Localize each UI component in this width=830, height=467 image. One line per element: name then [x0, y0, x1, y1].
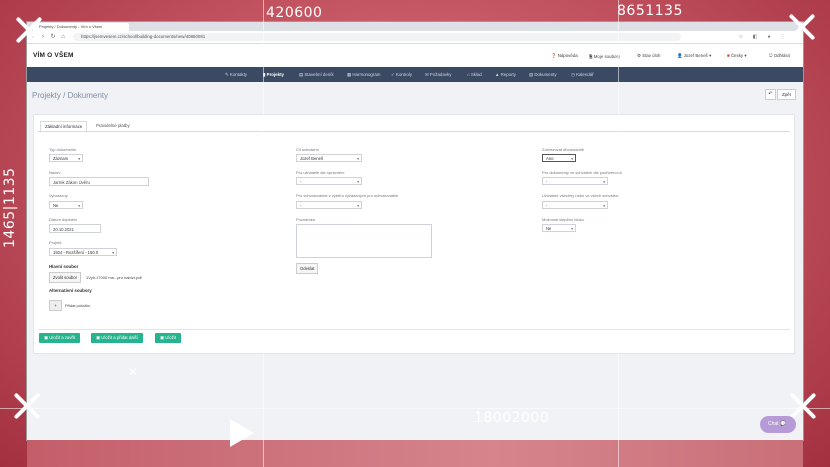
- all-users-select[interactable]: - ▾: [542, 201, 608, 209]
- nav-reporty[interactable]: ▲ Reporty: [495, 67, 516, 82]
- back-button[interactable]: Zpět: [777, 89, 796, 100]
- save-and-close-button[interactable]: ▣ Uložit a zavřít: [39, 333, 81, 343]
- nav-kontroly[interactable]: ✓ Kontroly: [391, 67, 412, 82]
- display-long-term-select[interactable]: Ano ▾: [542, 154, 576, 162]
- for-users-label: Pro uživatele dle oprávnění: [296, 170, 345, 175]
- nav-kalendar[interactable]: ◷ Kalendář: [571, 67, 594, 82]
- chevron-down-icon: ▾: [571, 227, 573, 231]
- nav-kontakty[interactable]: ✎ Kontakty: [225, 67, 247, 82]
- guide-line-right: [618, 0, 619, 467]
- reserved-select[interactable]: Ne ▾: [49, 201, 83, 209]
- guide-line-left: [263, 0, 264, 467]
- reserved-label: Vyhrazený: [49, 193, 68, 198]
- nav-sklad[interactable]: ⌂ Sklad: [467, 67, 482, 82]
- form-actions: ▣ Uložit a zavřít ▣ Uložit a přidat dalš…: [39, 333, 239, 343]
- page-content: Projekty / Dokumenty ↶ Zpět Základní inf…: [27, 82, 803, 440]
- tab-divider: [38, 131, 790, 132]
- chevron-down-icon: ▾: [357, 204, 359, 208]
- browser-tab-bar: Projekty / Dokumenty - Vím o Všem: [27, 22, 803, 31]
- browser-tab[interactable]: Projekty / Dokumenty - Vím o Všem: [33, 23, 129, 31]
- alternative-files-label: Alternativní soubory: [49, 288, 92, 293]
- project-select[interactable]: 1924 - Rozšíření - 150.0 ▾: [49, 248, 117, 256]
- close-icon[interactable]: [785, 10, 819, 44]
- user-menu[interactable]: 👤 Jozef Beneš ▾: [677, 53, 711, 59]
- chevron-down-icon: ▾: [78, 157, 80, 161]
- close-icon[interactable]: [10, 389, 44, 423]
- extensions-icon[interactable]: ◧: [751, 33, 759, 41]
- choose-file-button[interactable]: Zvolit soubor: [49, 272, 81, 283]
- profile-icon[interactable]: ●: [765, 33, 773, 41]
- selected-file-name: 1Vyh.17000 ma...pro nabízí.pdf: [86, 275, 142, 280]
- page-title: Projekty / Dokumenty: [32, 91, 109, 100]
- reload-icon[interactable]: ↻: [49, 33, 57, 41]
- date-label: Datum doplnění: [49, 217, 78, 222]
- name-input[interactable]: Jarrek Zákon Úvěru: [49, 177, 149, 186]
- chevron-down-icon: ▾: [357, 157, 359, 161]
- document-form-card: Základní informace Pravidelné platby Typ…: [33, 114, 795, 354]
- chevron-down-icon: ▾: [112, 251, 114, 255]
- add-item-link[interactable]: Přidat položku: [65, 303, 90, 308]
- send-button[interactable]: Odeslat: [296, 263, 319, 274]
- save-and-add-button[interactable]: ▣ Uložit a přidat další: [91, 333, 143, 343]
- browser-url-bar: ‹ › ↻ ⌂ https://jsemvesem.cz/school/buil…: [27, 31, 803, 44]
- small-close-icon[interactable]: ✕: [128, 366, 138, 378]
- chat-button[interactable]: Chat 💬: [760, 416, 796, 433]
- main-file-label: Hlavní soubor: [49, 264, 79, 269]
- nav-stavebni-denik[interactable]: ▤ Stavební deník: [299, 67, 334, 82]
- chevron-down-icon: ▾: [78, 204, 80, 208]
- main-navigation: ✎ Kontakty ▮ Projekty ▤ Stavební deník ▦…: [27, 67, 803, 82]
- home-icon[interactable]: ⌂: [59, 33, 67, 41]
- play-icon[interactable]: [230, 419, 254, 447]
- help-link[interactable]: ❓ Nápověda: [551, 53, 578, 59]
- back-icon-button[interactable]: ↶: [765, 89, 776, 100]
- nav-projekty[interactable]: ▮ Projekty: [263, 67, 284, 82]
- blind-block-select[interactable]: Ne ▾: [542, 224, 576, 232]
- nav-pozadavky[interactable]: ✉ Požadavky: [425, 67, 451, 82]
- name-label: Název: [49, 170, 61, 175]
- footer-divider: [38, 329, 790, 330]
- subordination-label: Pro dokumenty ve schválení dle podřízeno…: [542, 170, 622, 175]
- star-icon[interactable]: ☆: [737, 33, 745, 41]
- nav-dokumenty[interactable]: ▤ Dokumenty: [529, 67, 557, 82]
- app-logo[interactable]: VÍM O VŠEM: [33, 52, 74, 59]
- for-users-select[interactable]: - ▾: [296, 177, 362, 185]
- guide-line-bottom: [0, 408, 830, 409]
- blind-block-label: Možnosti slepého bloku: [542, 217, 584, 222]
- project-label: Projekt: [49, 240, 62, 245]
- chevron-down-icon: ▾: [603, 180, 605, 184]
- note-label: Poznámka: [296, 217, 315, 222]
- browser-window: Projekty / Dokumenty - Vím o Všem ‹ › ↻ …: [27, 22, 803, 440]
- note-textarea[interactable]: [296, 224, 432, 258]
- approval-target-select[interactable]: Jozef Beneš ▾: [296, 154, 362, 162]
- task-status-link[interactable]: ⚙ Stav úloh: [637, 53, 660, 59]
- for-approvers-label: Pro schvalovatele z výběru vyžádaných pr…: [296, 193, 399, 198]
- for-approvers-select[interactable]: - ▾: [296, 201, 362, 209]
- app-header: VÍM O VŠEM ❓ Nápověda 🗎 Moje soubory ⚙ S…: [27, 44, 803, 68]
- address-field[interactable]: https://jsemvesem.cz/school/building-doc…: [73, 33, 681, 41]
- save-button[interactable]: ▣ Uložit: [155, 333, 182, 343]
- ruler-label-top-left: 420600: [266, 5, 323, 21]
- document-type-select[interactable]: Záznam ▾: [49, 154, 83, 162]
- video-control-band: [27, 440, 803, 467]
- display-long-term-label: Zobrazovat dlouhodobě: [542, 147, 585, 152]
- ruler-label-bottom: 18002000: [474, 410, 550, 426]
- approval-target-label: Cíl schválení: [296, 147, 319, 152]
- chevron-down-icon: ▾: [571, 157, 573, 161]
- subordination-select[interactable]: - ▾: [542, 177, 608, 185]
- logout-link[interactable]: ⎋ Odhlásit: [769, 53, 790, 58]
- add-icon[interactable]: +: [49, 300, 62, 311]
- nav-harmonogram[interactable]: ▦ Harmonogram: [347, 67, 380, 82]
- language-select[interactable]: ■ Česky ▾: [727, 53, 747, 59]
- document-type-label: Typ dokumentu: [49, 147, 77, 152]
- date-input[interactable]: 20.10.2021: [49, 224, 101, 233]
- chevron-down-icon: ▾: [357, 180, 359, 184]
- tab-recurring-payments[interactable]: Pravidelné platby: [92, 121, 134, 131]
- ruler-label-top-right: 8651135: [617, 3, 683, 19]
- chevron-down-icon: ▾: [603, 204, 605, 208]
- all-users-label: Uživatelé všechny nebo ve všech schválen…: [542, 193, 620, 198]
- close-icon[interactable]: [12, 13, 46, 47]
- my-files-link[interactable]: 🗎 Moje soubory: [589, 53, 620, 61]
- ruler-label-left: 1465|1135: [2, 167, 18, 248]
